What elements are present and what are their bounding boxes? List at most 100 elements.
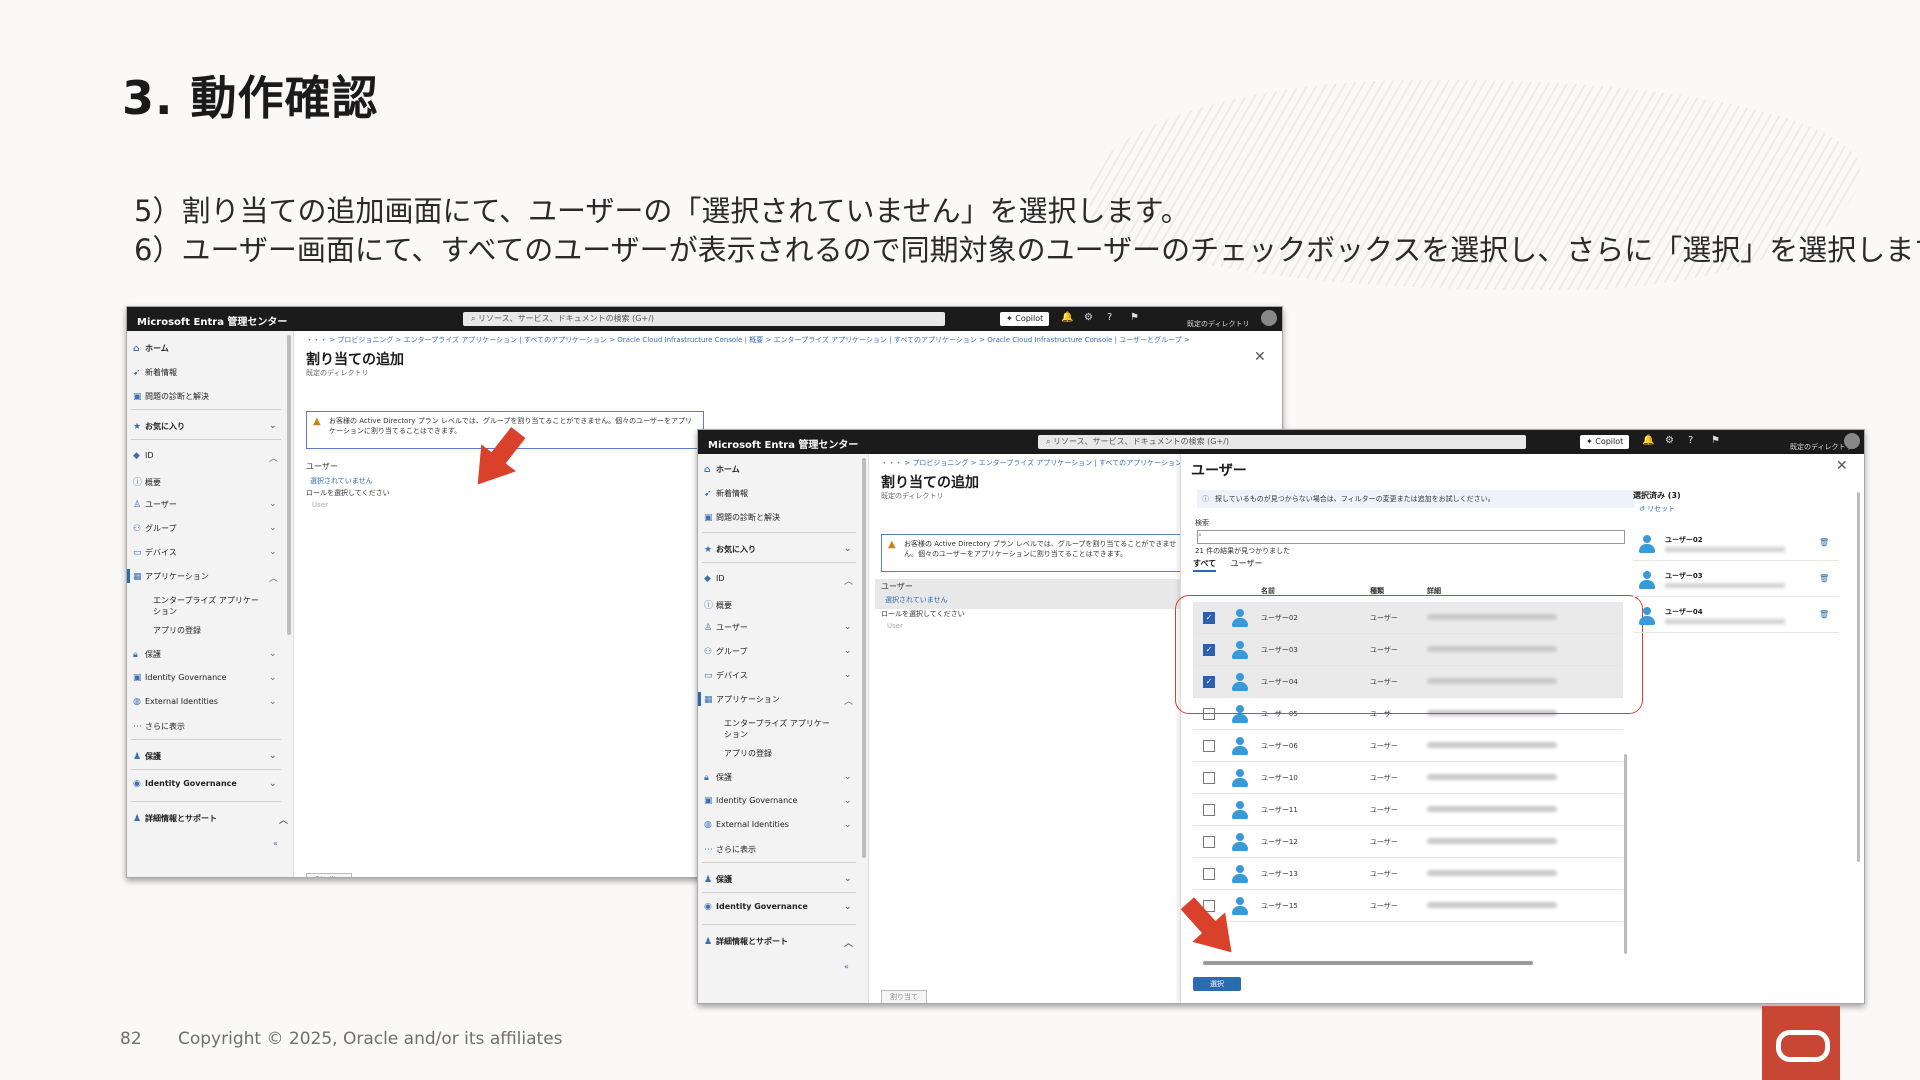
trash-icon[interactable]: 🗑︎ (1819, 610, 1829, 619)
user-search-input[interactable]: ⌕ (1197, 530, 1625, 544)
table-row[interactable]: ユーザー13 ユーザー (1193, 858, 1623, 890)
warning-icon: ▲ (888, 539, 896, 550)
sidebar-item-diagnose[interactable]: ▣ 問題の診断と解決 (704, 512, 780, 523)
sidebar-item-external-identities[interactable]: ◍ External Identities ⌄ (704, 820, 852, 830)
table-row[interactable]: ユーザー10 ユーザー (1193, 762, 1623, 794)
sidebar-item-identity-governance[interactable]: ▣ Identity Governance ⌄ (704, 796, 852, 806)
feedback-icon[interactable]: ⚑ (1711, 435, 1720, 446)
row-checkbox[interactable] (1203, 772, 1215, 784)
sidebar-scrollbar[interactable] (862, 458, 866, 858)
users-not-selected-link[interactable]: 選択されていません (310, 476, 373, 486)
feedback-icon[interactable]: ⚑ (1130, 312, 1139, 323)
sidebar-item-applications[interactable]: ▦ アプリケーション ︿ (704, 694, 853, 707)
sidebar-item-diagnose[interactable]: ▣ 問題の診断と解決 (133, 391, 209, 402)
row-checkbox[interactable] (1203, 836, 1215, 848)
close-icon[interactable]: ✕ (1254, 349, 1266, 365)
table-row[interactable]: ユーザー06 ユーザー (1193, 730, 1623, 762)
sidebar-item-enterprise-apps[interactable]: エンタープライズ アプリケーション (724, 718, 834, 740)
wrench-icon: ▣ (704, 513, 713, 523)
sidebar-item-home[interactable]: ⌂ ホーム (133, 343, 169, 354)
tab-all[interactable]: すべて (1193, 559, 1217, 572)
gear-icon[interactable]: ⚙ (1665, 435, 1674, 446)
sidebar-item-devices[interactable]: ▭ デバイス ⌄ (133, 547, 277, 558)
sidebar-item-identity-governance[interactable]: ▣ Identity Governance ⌄ (133, 673, 277, 683)
trash-icon[interactable]: 🗑︎ (1819, 538, 1829, 547)
bell-icon[interactable]: 🔔 (1061, 312, 1073, 323)
sidebar-item-overview[interactable]: ⓘ 概要 (704, 598, 732, 611)
lock-icon: 🔒︎ (704, 773, 709, 783)
sidebar-item-external-identities[interactable]: ◍ External Identities ⌄ (133, 697, 277, 707)
sidebar-scrollbar[interactable] (287, 335, 291, 635)
row-checkbox[interactable] (1203, 868, 1215, 880)
sidebar-section-support[interactable]: ♟ 詳細情報とサポート ︿ (133, 813, 288, 826)
sidebar-item-home[interactable]: ⌂ ホーム (704, 464, 740, 475)
user-type: ユーザー (1370, 774, 1398, 782)
sidebar-section-identity-governance[interactable]: ◉ Identity Governance ⌄ (133, 779, 277, 789)
sidebar-item-overview[interactable]: ⓘ 概要 (133, 475, 161, 488)
row-checkbox[interactable] (1203, 804, 1215, 816)
chevron-down-icon: ⌄ (269, 421, 277, 431)
table-row[interactable]: ユーザー15 ユーザー (1193, 890, 1623, 922)
device-icon: ▭ (704, 671, 713, 681)
tab-users[interactable]: ユーザー (1231, 559, 1263, 568)
chevron-up-icon: ︿ (269, 574, 279, 584)
global-search-input[interactable]: ⌕ リソース、サービス、ドキュメントの検索 (G+/) (463, 312, 945, 326)
copilot-button[interactable]: ✦ Copilot (1580, 435, 1630, 449)
sidebar-item-users[interactable]: ♙ ユーザー ⌄ (704, 622, 852, 633)
table-row[interactable]: ユーザー11 ユーザー (1193, 794, 1623, 826)
avatar[interactable] (1844, 433, 1860, 449)
sidebar-section-identity-governance[interactable]: ◉ Identity Governance ⌄ (704, 902, 852, 912)
sidebar-item-show-more[interactable]: ⋯ さらに表示 (704, 844, 756, 855)
collapse-sidebar-icon[interactable]: « (844, 962, 849, 971)
assign-button[interactable]: 割り当て (306, 873, 352, 877)
sidebar-item-users[interactable]: ♙ ユーザー ⌄ (133, 499, 277, 510)
sidebar-item-favorites[interactable]: ★ お気に入り ⌄ (133, 421, 277, 432)
sidebar-item-id[interactable]: ◆ ID ︿ (133, 451, 278, 464)
help-icon[interactable]: ? (1107, 312, 1112, 323)
list-scrollbar[interactable] (1624, 754, 1627, 954)
sidebar-item-show-more[interactable]: ⋯ さらに表示 (133, 721, 185, 732)
sidebar-item-favorites[interactable]: ★ お気に入り ⌄ (704, 544, 852, 555)
directory-label: 既定のディレクトリ (1790, 443, 1853, 451)
panel-scrollbar[interactable] (1857, 492, 1860, 862)
gear-icon[interactable]: ⚙ (1084, 312, 1093, 323)
directory-label: 既定のディレクトリ (1187, 320, 1250, 328)
avatar[interactable] (1261, 310, 1277, 326)
sidebar-item-app-registration[interactable]: アプリの登録 (724, 748, 772, 759)
breadcrumb[interactable]: ・・・ > プロビジョニング > エンタープライズ アプリケーション | すべて… (306, 335, 1190, 345)
sidebar-item-applications[interactable]: ▦ アプリケーション ︿ (133, 571, 279, 584)
role-placeholder: User (312, 501, 328, 509)
copilot-button[interactable]: ✦ Copilot (1000, 312, 1050, 326)
row-checkbox[interactable] (1203, 740, 1215, 752)
collapse-sidebar-icon[interactable]: « (273, 839, 278, 848)
sidebar-item-protection[interactable]: 🔒︎ 保護 ⌄ (133, 649, 277, 660)
apps-icon: ▦ (704, 695, 713, 705)
reset-button[interactable]: ↺ リセット (1639, 504, 1675, 514)
sidebar-item-app-registration[interactable]: アプリの登録 (153, 625, 201, 636)
sidebar-item-devices[interactable]: ▭ デバイス ⌄ (704, 670, 852, 681)
sidebar-item-whats-new[interactable]: ➹ 新着情報 (704, 488, 748, 499)
user-avatar-icon (1230, 864, 1250, 884)
global-search-input[interactable]: ⌕ リソース、サービス、ドキュメントの検索 (G+/) (1038, 435, 1526, 449)
table-row[interactable]: ユーザー12 ユーザー (1193, 826, 1623, 858)
sidebar-item-protection[interactable]: 🔒︎ 保護 ⌄ (704, 772, 852, 783)
sidebar-section-protection[interactable]: ♟ 保護 ⌄ (704, 874, 852, 885)
assign-button[interactable]: 割り当て (881, 990, 927, 1003)
select-button[interactable]: 選択 (1193, 977, 1241, 991)
chevron-down-icon: ⌄ (269, 673, 277, 683)
sidebar-item-groups[interactable]: ⚇ グループ ⌄ (704, 646, 852, 657)
sidebar-item-whats-new[interactable]: ➹ 新着情報 (133, 367, 177, 378)
sidebar-item-enterprise-apps[interactable]: エンタープライズ アプリケーション (153, 595, 263, 617)
warning-icon: ▲ (313, 416, 321, 427)
sidebar-item-id[interactable]: ◆ ID ︿ (704, 574, 853, 587)
sidebar-section-protection[interactable]: ♟ 保護 ⌄ (133, 751, 277, 762)
trash-icon[interactable]: 🗑︎ (1819, 574, 1829, 583)
users-not-selected-link[interactable]: 選択されていません (885, 595, 948, 605)
close-icon[interactable]: ✕ (1836, 458, 1848, 474)
id-icon: ◆ (704, 574, 711, 584)
sidebar-item-groups[interactable]: ⚇ グループ ⌄ (133, 523, 277, 534)
bell-icon[interactable]: 🔔 (1642, 435, 1654, 446)
sidebar-section-support[interactable]: ♟ 詳細情報とサポート ︿ (704, 936, 853, 949)
horizontal-scrollbar[interactable] (1203, 961, 1533, 965)
help-icon[interactable]: ? (1688, 435, 1693, 446)
